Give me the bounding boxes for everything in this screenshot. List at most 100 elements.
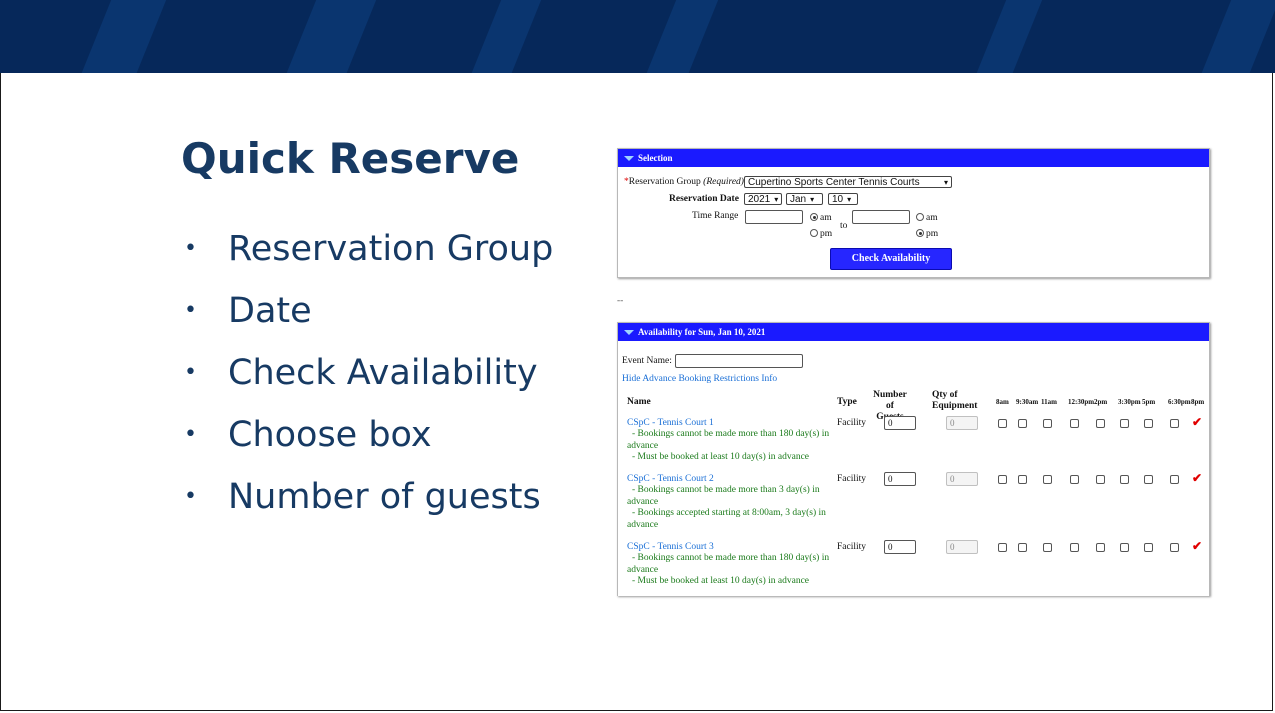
start-pm-radio[interactable]	[810, 229, 818, 237]
time-slot-checkbox[interactable]	[1070, 419, 1079, 428]
guests-input[interactable]: 0	[884, 540, 916, 554]
restriction-text: advance	[627, 496, 659, 507]
bullet-item: • Number of guests	[180, 466, 553, 528]
time-slot-checkbox[interactable]	[1096, 475, 1105, 484]
equipment-qty-input: 0	[946, 416, 978, 430]
resource-name-link[interactable]: CSpC - Tennis Court 3	[627, 542, 714, 552]
time-slot-checkbox[interactable]	[1018, 475, 1027, 484]
time-end-input[interactable]	[852, 210, 910, 224]
time-slot-checkbox[interactable]	[1018, 419, 1027, 428]
resource-type: Facility	[837, 542, 867, 552]
bullet-text: Reservation Group	[228, 229, 554, 269]
reservation-group-select[interactable]: Cupertino Sports Center Tennis Courts ▾	[744, 176, 952, 188]
col-qty-header: Qty of Equipment	[932, 390, 978, 411]
guests-input[interactable]: 0	[884, 416, 916, 430]
restriction-text: - Bookings cannot be made more than 180 …	[632, 553, 830, 563]
unavailable-check-icon: ✔	[1192, 539, 1203, 553]
time-column-header: 8am	[996, 398, 1009, 406]
event-name-label: Event Name:	[622, 356, 672, 366]
time-slot-checkbox[interactable]	[1170, 543, 1179, 552]
end-pm-label: pm	[926, 229, 939, 239]
bullet-item: • Check Availability	[180, 342, 553, 404]
year-select[interactable]: 2021 ▾	[744, 193, 782, 205]
restriction-text: advance	[627, 519, 659, 530]
start-pm-label: pm	[820, 229, 833, 239]
time-range-label: Time Range	[692, 211, 739, 221]
restriction-text: - Bookings cannot be made more than 3 da…	[632, 485, 820, 495]
equipment-qty-input: 0	[946, 540, 978, 554]
time-start-input[interactable]	[745, 210, 803, 224]
time-slot-checkbox[interactable]	[998, 543, 1007, 552]
resource-name-link[interactable]: CSpC - Tennis Court 2	[627, 474, 714, 484]
time-slot-checkbox[interactable]	[1120, 543, 1129, 552]
availability-header[interactable]: Availability for Sun, Jan 10, 2021	[618, 323, 1209, 341]
end-am-radio[interactable]	[916, 213, 924, 221]
hide-restrictions-link[interactable]: Hide Advance Booking Restrictions Info	[622, 374, 777, 384]
time-slot-checkbox[interactable]	[1070, 543, 1079, 552]
availability-header-label: Availability for Sun, Jan 10, 2021	[638, 327, 766, 337]
time-column-header: 11am	[1041, 398, 1057, 406]
collapse-triangle-icon	[624, 156, 634, 162]
month-select[interactable]: Jan ▾	[786, 193, 823, 205]
bullet-list: • Reservation Group • Date • Check Availabi…	[180, 218, 553, 528]
bullet-text: Check Availability	[228, 353, 538, 393]
bullet-text: Date	[228, 291, 312, 331]
chevron-down-icon: ▾	[943, 178, 948, 187]
time-slot-checkbox[interactable]	[1043, 475, 1052, 484]
check-availability-button[interactable]: Check Availability	[830, 248, 952, 270]
bullet-item: • Choose box	[180, 404, 553, 466]
time-slot-checkbox[interactable]	[1043, 419, 1052, 428]
resource-name-link[interactable]: CSpC - Tennis Court 1	[627, 418, 714, 428]
separator-text: --	[617, 296, 624, 306]
reservation-date-label: Reservation Date	[669, 194, 739, 204]
time-column-header: 3:30pm	[1118, 398, 1141, 406]
restriction-text: advance	[627, 440, 659, 451]
time-column-header: 8pm	[1191, 398, 1205, 406]
start-am-radio[interactable]	[810, 213, 818, 221]
time-slot-checkbox[interactable]	[1144, 419, 1153, 428]
time-slot-checkbox[interactable]	[1170, 475, 1179, 484]
time-slot-checkbox[interactable]	[998, 475, 1007, 484]
selection-panel: Selection *Reservation Group (Required) …	[617, 148, 1210, 278]
time-column-header: 6:30pm	[1168, 398, 1191, 406]
unavailable-check-icon: ✔	[1192, 415, 1203, 429]
selection-header[interactable]: Selection	[618, 149, 1209, 167]
col-type-header: Type	[837, 397, 857, 407]
col-name-header: Name	[627, 397, 651, 407]
start-am-label: am	[820, 213, 832, 223]
time-column-header: 5pm	[1142, 398, 1156, 406]
bullet-item: • Date	[180, 280, 553, 342]
guests-input[interactable]: 0	[884, 472, 916, 486]
resource-type: Facility	[837, 474, 867, 484]
time-slot-checkbox[interactable]	[1018, 543, 1027, 552]
chevron-down-icon: ▾	[810, 195, 815, 204]
time-slot-checkbox[interactable]	[1096, 419, 1105, 428]
collapse-triangle-icon	[624, 330, 634, 336]
restriction-text: - Bookings accepted starting at 8:00am, …	[632, 508, 826, 518]
availability-panel: Availability for Sun, Jan 10, 2021 Event…	[617, 322, 1210, 596]
header-banner	[0, 0, 1275, 73]
bullet-dot: •	[184, 236, 197, 261]
slide-title: Quick Reserve	[181, 134, 520, 183]
time-column-header: 2pm	[1094, 398, 1108, 406]
time-slot-checkbox[interactable]	[1096, 543, 1105, 552]
time-slot-checkbox[interactable]	[1043, 543, 1052, 552]
time-slot-checkbox[interactable]	[1120, 419, 1129, 428]
time-slot-checkbox[interactable]	[1170, 419, 1179, 428]
bullet-item: • Reservation Group	[180, 218, 553, 280]
restriction-text: advance	[627, 564, 659, 575]
time-slot-checkbox[interactable]	[998, 419, 1007, 428]
time-slot-checkbox[interactable]	[1120, 475, 1129, 484]
day-select[interactable]: 10 ▾	[828, 193, 858, 205]
end-pm-radio[interactable]	[916, 229, 924, 237]
restriction-text: - Must be booked at least 10 day(s) in a…	[632, 576, 810, 586]
bullet-dot: •	[184, 360, 197, 385]
time-slot-checkbox[interactable]	[1144, 543, 1153, 552]
time-slot-checkbox[interactable]	[1070, 475, 1079, 484]
restriction-text: - Bookings cannot be made more than 180 …	[632, 429, 830, 439]
event-name-input[interactable]	[675, 354, 803, 368]
bullet-dot: •	[184, 298, 197, 323]
time-slot-checkbox[interactable]	[1144, 475, 1153, 484]
bullet-dot: •	[184, 422, 197, 447]
equipment-qty-input: 0	[946, 472, 978, 486]
